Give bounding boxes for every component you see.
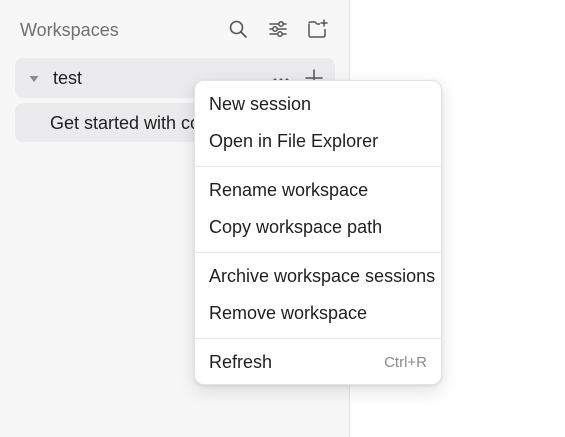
menu-item-label: Remove workspace [209,303,368,323]
menu-item-label: Open in File Explorer [209,131,379,151]
menu-item-label: Archive workspace sessions [209,266,436,286]
session-label: Get started with co [50,113,201,133]
expand-caret-icon[interactable] [28,72,40,84]
workspace-context-menu: New session Open in File Explorer Rename… [194,80,442,385]
menu-item-label: Copy workspace path [209,217,383,237]
new-workspace-icon [308,19,328,38]
menu-item-new-session[interactable]: New session [201,88,435,122]
menu-item-rename-workspace[interactable]: Rename workspace [201,174,435,208]
search-button[interactable] [226,17,250,41]
menu-item-open-in-file-explorer[interactable]: Open in File Explorer [201,125,435,159]
app-window: Workspaces test Get started with co New … [0,0,565,437]
menu-item-refresh[interactable]: Refresh Ctrl+R [201,346,435,380]
menu-divider [195,252,441,253]
menu-item-remove-workspace[interactable]: Remove workspace [201,297,435,331]
sidebar-header: Workspaces [0,0,349,60]
filter-settings-button[interactable] [266,17,290,41]
workspace-name: test [53,68,83,88]
search-icon [229,20,247,38]
sidebar-title: Workspaces [20,20,119,40]
menu-item-archive-workspace-sessions[interactable]: Archive workspace sessions [201,260,435,294]
menu-item-label: New session [209,94,312,114]
menu-item-copy-workspace-path[interactable]: Copy workspace path [201,211,435,245]
menu-item-label: Rename workspace [209,180,369,200]
new-workspace-button[interactable] [306,17,330,41]
keyboard-shortcut: Ctrl+R [384,354,427,371]
menu-item-label: Refresh [209,352,273,372]
menu-divider [195,338,441,339]
filter-settings-icon [269,21,287,37]
menu-divider [195,166,441,167]
